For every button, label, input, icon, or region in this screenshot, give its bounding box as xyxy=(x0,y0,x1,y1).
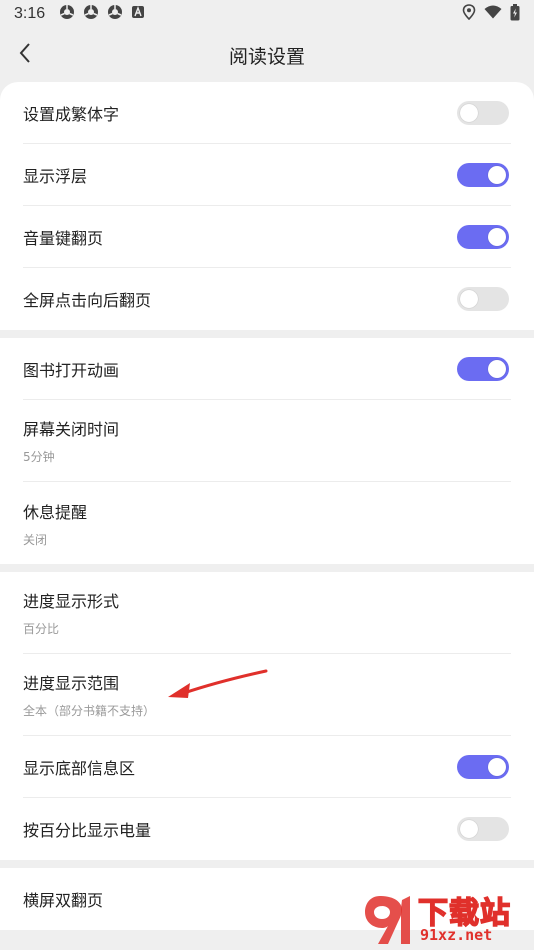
toggle-show-bottom-info[interactable] xyxy=(457,754,509,779)
group-divider xyxy=(0,330,534,338)
setting-label: 进度显示形式 xyxy=(23,592,120,611)
watermark-logo-icon xyxy=(362,892,418,950)
watermark: 下载站 91xz.net xyxy=(356,886,534,950)
back-button[interactable] xyxy=(10,40,40,70)
toggle-knob xyxy=(460,103,478,122)
setting-value: 关闭 xyxy=(23,532,48,547)
chromium-icon xyxy=(83,4,99,24)
setting-label: 横屏双翻页 xyxy=(23,891,104,910)
setting-label: 设置成繁体字 xyxy=(23,104,120,124)
setting-progress-format[interactable]: 进度显示形式 百分比 xyxy=(23,572,511,654)
settings-sheet: 设置成繁体字 显示浮层 音量键翻页 全屏点击向后翻页 图书打开动画 屏幕关闭时间… xyxy=(0,82,534,950)
chromium-icon xyxy=(107,4,123,24)
setting-fullscreen-tap-forward[interactable]: 全屏点击向后翻页 xyxy=(23,268,511,330)
toggle-fullscreen-tap-forward[interactable] xyxy=(457,287,509,311)
battery-charging-icon xyxy=(510,3,520,25)
setting-label: 按百分比显示电量 xyxy=(23,821,152,840)
chevron-left-icon xyxy=(18,42,32,68)
setting-value: 全本（部分书籍不支持） xyxy=(23,704,156,718)
toggle-book-open-animation[interactable] xyxy=(457,356,509,381)
setting-label: 休息提醒 xyxy=(23,502,88,522)
setting-show-overlay[interactable]: 显示浮层 xyxy=(23,144,511,206)
toggle-knob xyxy=(488,227,506,246)
watermark-domain: 91xz.net xyxy=(420,926,493,944)
setting-label: 图书打开动画 xyxy=(23,360,120,380)
a-badge-icon xyxy=(131,5,145,23)
setting-volume-key-turn[interactable]: 音量键翻页 xyxy=(23,206,511,268)
setting-battery-percent[interactable]: 按百分比显示电量 xyxy=(23,798,511,860)
setting-screen-off-time[interactable]: 屏幕关闭时间 5分钟 xyxy=(23,400,511,482)
settings-group-display: 设置成繁体字 显示浮层 音量键翻页 全屏点击向后翻页 xyxy=(0,82,534,330)
setting-value: 百分比 xyxy=(23,622,60,636)
setting-value: 5分钟 xyxy=(23,450,55,464)
setting-label: 屏幕关闭时间 xyxy=(23,420,120,439)
toggle-knob xyxy=(488,165,506,184)
setting-traditional-chinese[interactable]: 设置成繁体字 xyxy=(23,82,511,144)
wifi-icon xyxy=(484,5,502,23)
setting-label: 进度显示范围 xyxy=(23,674,120,693)
page-title: 阅读设置 xyxy=(228,45,305,68)
app-header: 阅读设置 xyxy=(0,30,534,80)
group-divider xyxy=(0,860,534,868)
setting-texts: 屏幕关闭时间 5分钟 xyxy=(23,416,119,465)
toggle-knob xyxy=(460,820,478,838)
toggle-knob xyxy=(460,290,478,308)
toggle-knob xyxy=(488,359,506,378)
status-bar: 3:16 xyxy=(0,0,534,28)
chromium-icon xyxy=(59,4,75,24)
status-time: 3:16 xyxy=(14,5,46,22)
setting-label: 全屏点击向后翻页 xyxy=(23,291,152,310)
toggle-battery-percent[interactable] xyxy=(457,817,509,841)
toggle-show-overlay[interactable] xyxy=(457,162,509,187)
setting-texts: 进度显示形式 百分比 xyxy=(23,588,119,637)
group-divider xyxy=(0,564,534,572)
toggle-knob xyxy=(488,757,506,776)
setting-texts: 休息提醒 关闭 xyxy=(23,499,87,548)
annotation-arrow xyxy=(160,665,272,705)
setting-label: 音量键翻页 xyxy=(23,228,104,248)
settings-group-behavior: 图书打开动画 屏幕关闭时间 5分钟 休息提醒 关闭 xyxy=(0,338,534,564)
location-icon xyxy=(462,4,476,24)
toggle-traditional-chinese[interactable] xyxy=(457,100,509,125)
setting-texts: 进度显示范围 全本（部分书籍不支持） xyxy=(23,670,155,719)
setting-show-bottom-info[interactable]: 显示底部信息区 xyxy=(23,736,511,798)
toggle-volume-key-turn[interactable] xyxy=(457,224,509,249)
setting-book-open-animation[interactable]: 图书打开动画 xyxy=(23,338,511,400)
setting-label: 显示底部信息区 xyxy=(23,758,136,778)
settings-group-progress: 进度显示形式 百分比 进度显示范围 全本（部分书籍不支持） 显示底部信息区 按百… xyxy=(0,572,534,860)
status-right-icons xyxy=(462,3,520,25)
setting-rest-reminder[interactable]: 休息提醒 关闭 xyxy=(23,482,511,564)
setting-label: 显示浮层 xyxy=(23,166,88,186)
